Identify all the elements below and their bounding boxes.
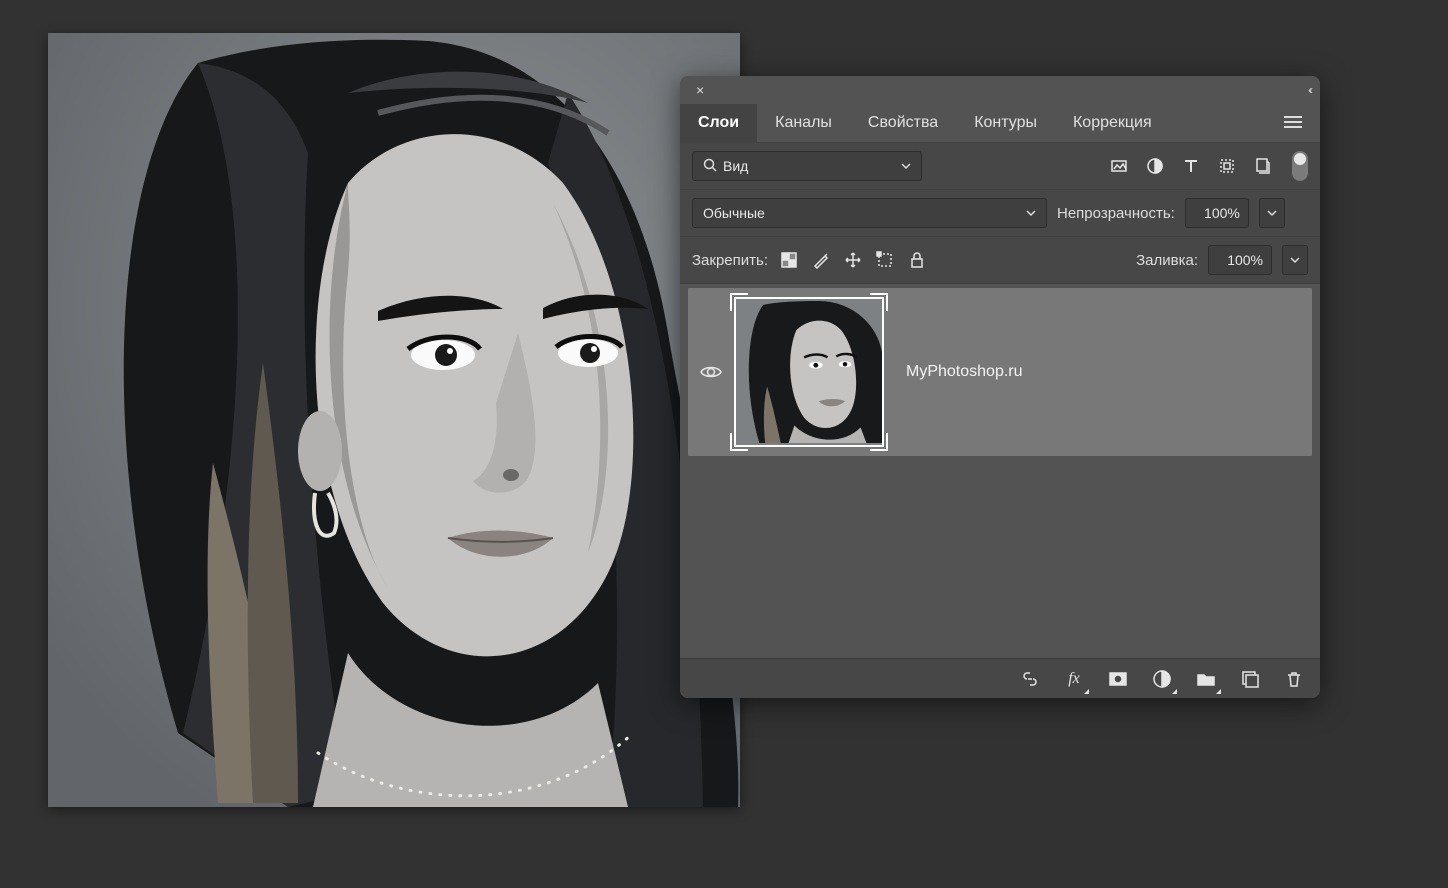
adjustment-layer-icon[interactable] [1148,665,1176,693]
fill-label: Заливка: [1136,252,1198,269]
lock-all-icon[interactable] [906,249,928,271]
layer-thumbnail[interactable] [734,297,884,447]
chevron-down-icon [1026,208,1036,218]
tab-properties[interactable]: Свойства [850,104,956,142]
lock-transparency-icon[interactable] [778,249,800,271]
blend-opacity-row: Обычные Непрозрачность: 100% [680,190,1320,237]
tab-adjustments[interactable]: Коррекция [1055,104,1170,142]
layers-panel: × ‹‹ Слои Каналы Свойства Контуры Коррек… [680,76,1320,698]
panel-menu-icon[interactable] [1274,107,1312,140]
tab-layers[interactable]: Слои [680,104,757,142]
lock-artboard-icon[interactable] [874,249,896,271]
new-layer-icon[interactable] [1236,665,1264,693]
tab-channels[interactable]: Каналы [757,104,850,142]
close-icon[interactable]: × [690,78,710,102]
lock-fill-row: Закрепить: Заливка: 100% [680,237,1320,284]
layer-row[interactable]: MyPhotoshop.ru [688,288,1312,456]
opacity-value[interactable]: 100% [1185,198,1249,228]
layer-name[interactable]: MyPhotoshop.ru [906,363,1023,381]
layer-style-icon[interactable]: fx [1060,665,1088,693]
smartobject-badge-corner [870,293,888,311]
visibility-icon[interactable] [700,364,722,380]
opacity-slider-toggle[interactable] [1259,198,1285,228]
filter-pixel-icon[interactable] [1106,153,1132,179]
panel-titlebar: × ‹‹ [680,76,1320,104]
filter-adjust-icon[interactable] [1142,153,1168,179]
smartobject-badge-corner [730,433,748,451]
chevron-down-icon [901,161,911,171]
panel-bottom-toolbar: fx [680,658,1320,698]
canvas-image[interactable] [48,33,740,807]
search-icon [703,158,717,175]
panel-tabs: Слои Каналы Свойства Контуры Коррекция [680,104,1320,143]
kind-dropdown-label: Вид [723,158,748,174]
filter-shape-icon[interactable] [1214,153,1240,179]
filter-toggle[interactable] [1292,151,1308,181]
filter-smartobject-icon[interactable] [1250,153,1276,179]
layer-filter-row: Вид [680,143,1320,190]
collapse-panel-icon[interactable]: ‹‹ [1308,83,1310,97]
smartobject-badge-corner [870,433,888,451]
tab-paths[interactable]: Контуры [956,104,1055,142]
lock-pixels-icon[interactable] [810,249,832,271]
fill-slider-toggle[interactable] [1282,245,1308,275]
new-group-icon[interactable] [1192,665,1220,693]
kind-dropdown[interactable]: Вид [692,151,922,181]
blend-mode-value: Обычные [703,205,765,221]
blend-mode-dropdown[interactable]: Обычные [692,198,1047,228]
delete-layer-icon[interactable] [1280,665,1308,693]
lock-label: Закрепить: [692,252,768,269]
layers-list[interactable]: MyPhotoshop.ru [680,288,1320,658]
smartobject-badge-corner [730,293,748,311]
opacity-label: Непрозрачность: [1057,205,1175,222]
lock-position-icon[interactable] [842,249,864,271]
add-mask-icon[interactable] [1104,665,1132,693]
link-layers-icon[interactable] [1016,665,1044,693]
filter-type-icon[interactable] [1178,153,1204,179]
fill-value[interactable]: 100% [1208,245,1272,275]
